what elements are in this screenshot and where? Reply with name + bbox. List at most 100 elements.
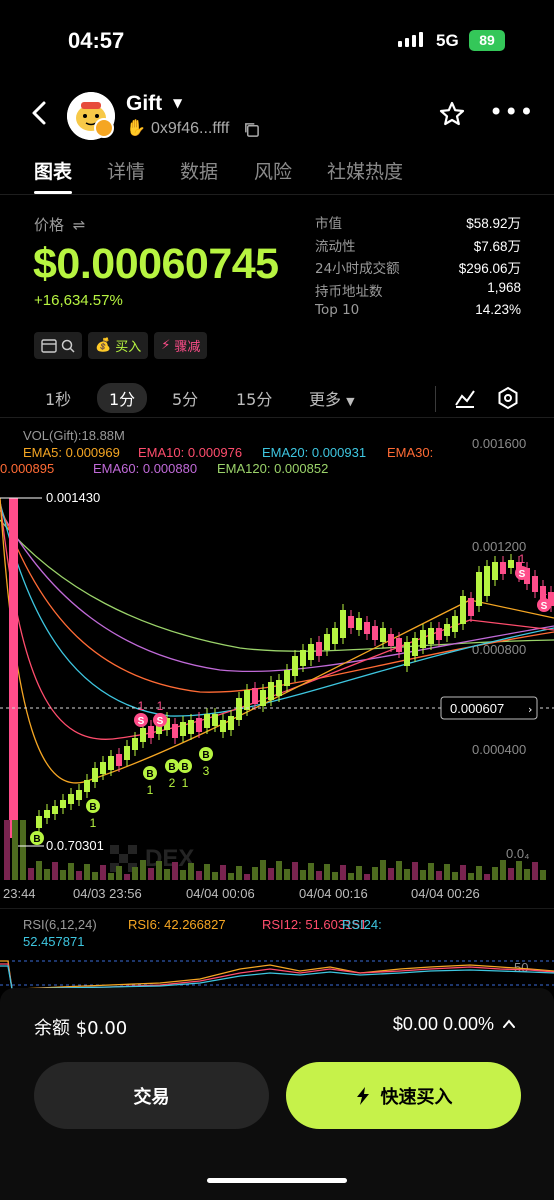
candle <box>268 682 274 700</box>
stats-panel: 市值 $58.92万 流动性 $7.68万 24小时成交额 $296.06万 持… <box>315 212 521 325</box>
volume-bar <box>516 861 522 880</box>
volume-bar <box>436 871 442 880</box>
token-name[interactable]: Gift <box>126 92 162 116</box>
x-label: 04/04 00:26 <box>411 886 480 901</box>
ema-lines <box>0 497 554 784</box>
stat-label: Top 10 <box>315 302 360 319</box>
stat-label: 市值 <box>315 216 342 232</box>
candle <box>300 650 306 666</box>
stat-value: 14.23% <box>475 302 521 318</box>
volume-bar <box>540 870 546 880</box>
balance-value[interactable]: $0.00 0.00% <box>393 1014 494 1035</box>
volume-bar <box>108 873 114 880</box>
trade-marker-label: S <box>138 716 145 727</box>
volume-bar <box>348 873 354 880</box>
price-change: +16,634.57% <box>34 292 123 309</box>
candle <box>36 816 42 828</box>
caret-down-icon: ▼ <box>346 395 355 408</box>
interval-5m[interactable]: 5分 <box>172 386 198 410</box>
volume-bar <box>92 872 98 880</box>
high-label: 0.001430 <box>46 490 100 505</box>
candle <box>44 810 50 818</box>
candle <box>84 780 90 792</box>
interval-bar: 1秒 1分 5分 15分 更多 ▼ <box>0 378 554 418</box>
caret-down-icon[interactable]: ▼ <box>173 96 182 110</box>
candle <box>228 716 234 730</box>
candle <box>124 746 130 760</box>
volume-bar <box>28 868 34 880</box>
candle <box>252 688 258 704</box>
tab-social[interactable]: 社媒热度 <box>327 157 403 184</box>
status-time: 04:57 <box>68 28 125 53</box>
trade-marker-label: S <box>519 569 526 580</box>
current-price-label: 0.000607 <box>450 701 504 716</box>
trade-marker-label: B <box>168 762 175 773</box>
tab-risk[interactable]: 风险 <box>254 157 292 184</box>
settings-icon[interactable] <box>496 386 520 410</box>
volume-bar <box>36 861 42 880</box>
trade-marker-count: 1 <box>90 816 97 830</box>
candle <box>68 794 74 804</box>
volume-bar <box>44 869 50 880</box>
rsi-panel: RSI(6,12,24) RSI6: 42.266827 RSI12: 51.6… <box>0 908 554 989</box>
quick-buy-button[interactable]: 快速买入 <box>286 1062 521 1129</box>
candle <box>9 498 18 838</box>
volume-bar <box>244 874 250 880</box>
quick-buy-label: 快速买入 <box>380 1086 453 1108</box>
candle <box>52 806 58 814</box>
volume-bar <box>12 820 18 880</box>
chevron-up-icon[interactable] <box>501 1016 517 1032</box>
search-icon <box>61 339 75 353</box>
stat-top10: Top 10 14.23% <box>315 302 521 325</box>
x-label: 23:44 <box>3 886 36 901</box>
copy-icon[interactable] <box>243 121 260 138</box>
interval-1s[interactable]: 1秒 <box>45 386 71 410</box>
volume-bar <box>388 868 394 880</box>
candle <box>196 718 202 732</box>
buy-chip[interactable]: 💰 买入 <box>88 332 149 359</box>
star-icon[interactable] <box>438 100 466 128</box>
more-icon[interactable]: ••• <box>489 98 534 126</box>
swap-icon[interactable]: ⇌ <box>73 216 86 234</box>
volume-bar <box>164 869 170 880</box>
window-search-button[interactable] <box>34 332 82 359</box>
chart-canvas: 0.001600 0.001200 0.000800 0.000400 DEX … <box>0 436 554 901</box>
x-label: 04/04 00:06 <box>186 886 255 901</box>
volume-bar <box>412 862 418 880</box>
rsi-canvas: 50 <box>0 960 554 989</box>
candle <box>308 644 314 660</box>
tab-chart[interactable]: 图表 <box>34 157 72 184</box>
candle <box>260 690 266 706</box>
trade-marker-label: B <box>89 802 96 813</box>
lightning-icon <box>356 1086 369 1105</box>
candle <box>428 628 434 644</box>
candle <box>116 754 122 766</box>
candle <box>100 762 106 774</box>
trade-marker-label: B <box>33 834 40 845</box>
candlestick-chart[interactable]: VOL(Gift):18.88M EMA5: 0.000969 EMA10: 0… <box>0 420 554 908</box>
x-label: 04/04 00:16 <box>299 886 368 901</box>
candle <box>188 720 194 734</box>
volume-bar <box>460 865 466 880</box>
volume-bar <box>508 868 514 880</box>
interval-1m[interactable]: 1分 <box>97 383 148 413</box>
volume-bar <box>276 861 282 880</box>
tab-data[interactable]: 数据 <box>180 157 218 184</box>
bottom-panel: 余额 $0.00 $0.00 0.00% 交易 快速买入 <box>0 988 554 1200</box>
candle <box>340 610 346 638</box>
interval-more[interactable]: 更多 ▼ <box>309 386 355 410</box>
token-address: 0x9f46...ffff <box>151 120 230 137</box>
signal-icon <box>398 32 423 47</box>
dump-chip[interactable]: ⚡ 骤减 <box>154 332 208 359</box>
volume-bar <box>484 874 490 880</box>
volume-bar <box>236 866 242 880</box>
volume-bar <box>4 820 10 880</box>
tab-details[interactable]: 详情 <box>107 157 145 184</box>
candle <box>420 630 426 648</box>
volume-bar <box>196 871 202 880</box>
interval-15m[interactable]: 15分 <box>236 386 272 410</box>
volume-bar <box>356 866 362 880</box>
back-icon[interactable] <box>30 100 48 133</box>
indicator-icon[interactable] <box>453 386 477 410</box>
trade-button[interactable]: 交易 <box>34 1062 269 1129</box>
